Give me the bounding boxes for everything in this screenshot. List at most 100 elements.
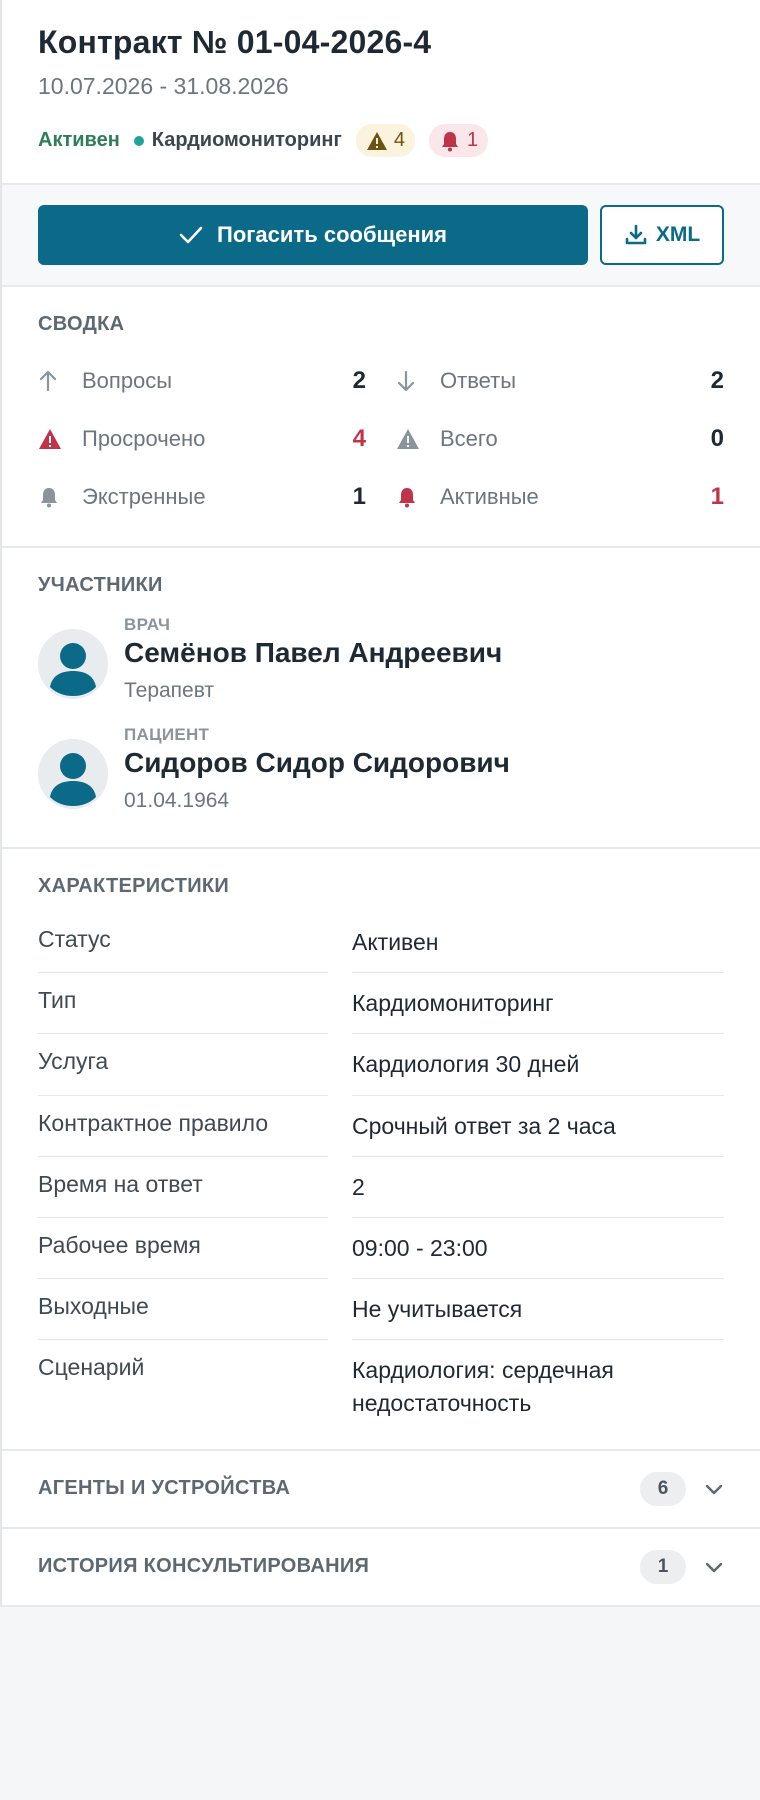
user-avatar-icon [38,739,108,809]
patient-name: Сидоров Сидор Сидорович [124,747,510,778]
table-row: Контрактное правило Срочный ответ за 2 ч… [38,1096,724,1157]
summary-emergency: Экстренные 1 [38,468,366,526]
xml-export-button[interactable]: XML [600,205,724,265]
summary-label: Всего [440,426,498,451]
chevron-down-icon[interactable] [702,1560,726,1574]
doctor-info: ВРАЧ Семёнов Павел Андреевич Терапевт [124,615,502,703]
dismiss-messages-button[interactable]: Погасить сообщения [38,205,588,265]
char-key: Рабочее время [38,1218,328,1280]
warnings-badge[interactable]: 4 [355,124,415,157]
chevron-down-icon[interactable] [702,1482,726,1496]
char-value: 09:00 - 23:00 [352,1218,724,1280]
table-row: Время на ответ 2 [38,1157,724,1218]
consultation-history-toggle[interactable]: ИСТОРИЯ КОНСУЛЬТИРОВАНИЯ 1 [2,1529,760,1607]
summary-overdue: Просрочено 4 [38,410,366,468]
doctor-name: Семёнов Павел Андреевич [124,637,503,668]
summary-label: Активные [440,484,539,509]
summary-active: Активные 1 [396,468,724,526]
bell-icon [441,131,458,151]
summary-label: Экстренные [82,484,206,509]
download-icon [625,224,647,245]
bell-red-icon [396,486,426,508]
type-dot-icon [133,135,144,146]
summary-label: Вопросы [82,368,173,393]
summary-grid: Вопросы 2 Ответы 2 Просрочено 4 Всего 0 … [38,352,724,526]
table-row: Выходные Не учитывается [38,1279,724,1341]
char-key: Статус [38,912,328,974]
table-row: Тип Кардиомониторинг [38,973,724,1035]
doctor-role: ВРАЧ [124,615,171,634]
table-row: Рабочее время 09:00 - 23:00 [38,1218,724,1280]
doctor-specialty: Терапевт [124,679,215,702]
summary-title: СВОДКА [38,313,125,335]
alarms-badge[interactable]: 1 [428,124,489,157]
type-label: Кардиомониторинг [151,129,342,151]
char-value: 2 [352,1157,724,1218]
history-count-badge: 1 [640,1549,686,1584]
char-value: Не учитывается [352,1279,724,1341]
char-value: Срочный ответ за 2 часа [352,1096,724,1157]
char-key: Сценарий [38,1354,145,1381]
summary-label: Просрочено [82,426,206,451]
char-value: Активен [352,912,724,974]
avatar [38,739,108,809]
summary-section: СВОДКА Вопросы 2 Ответы 2 Просрочено 4 В… [2,287,760,548]
contract-panel: Контракт № 01-04-2026-4 10.07.2026 - 31.… [0,0,760,1607]
arrow-up-icon [38,370,68,392]
agents-devices-toggle[interactable]: АГЕНТЫ И УСТРОЙСТВА 6 [2,1451,760,1529]
dismiss-messages-label: Погасить сообщения [217,222,447,247]
contract-dates: 10.07.2026 - 31.08.2026 [38,73,289,99]
action-bar: Погасить сообщения XML [2,185,760,287]
summary-value: 1 [710,483,724,510]
contract-tags: Активен Кардиомониторинг 4 1 [38,124,724,157]
summary-value: 2 [352,367,366,394]
patient-role: ПАЦИЕНТ [124,725,210,744]
warning-gray-icon [396,428,426,450]
warning-icon [366,131,387,150]
user-avatar-icon [38,629,108,699]
agents-devices-title: АГЕНТЫ И УСТРОЙСТВА [38,1477,291,1500]
characteristics-section: ХАРАКТЕРИСТИКИ Статус Активен Тип Кардио… [2,849,760,1451]
char-value: Кардиология 30 дней [352,1034,724,1096]
status-badge: Активен [38,129,120,151]
characteristics-title: ХАРАКТЕРИСТИКИ [38,875,230,897]
xml-label: XML [655,223,701,246]
summary-answers: Ответы 2 [396,352,724,410]
table-row: Статус Активен [38,912,724,974]
patient-card[interactable]: ПАЦИЕНТ Сидоров Сидор Сидорович 01.04.19… [38,725,724,813]
patient-info: ПАЦИЕНТ Сидоров Сидор Сидорович 01.04.19… [124,725,510,813]
summary-questions: Вопросы 2 [38,352,366,410]
arrow-down-icon [396,370,426,392]
type-badge: Кардиомониторинг [133,129,342,152]
consultation-history-title: ИСТОРИЯ КОНСУЛЬТИРОВАНИЯ [38,1555,370,1578]
summary-total: Всего 0 [396,410,724,468]
char-value: Кардиомониторинг [352,973,724,1035]
avatar [38,629,108,699]
summary-value: 2 [710,367,724,394]
char-key: Время на ответ [38,1157,328,1218]
participants-title: УЧАСТНИКИ [38,574,163,596]
char-key: Тип [38,973,328,1035]
doctor-card[interactable]: ВРАЧ Семёнов Павел Андреевич Терапевт [38,615,724,703]
alarms-count: 1 [466,129,479,151]
contract-title: Контракт № 01-04-2026-4 [38,24,432,60]
summary-value: 4 [352,425,366,452]
char-key: Услуга [38,1034,328,1096]
char-key: Выходные [38,1279,328,1341]
contract-header: Контракт № 01-04-2026-4 10.07.2026 - 31.… [2,0,760,185]
summary-value: 0 [710,425,724,452]
warnings-count: 4 [393,129,405,151]
table-row: Сценарий Кардиология: сердечная недостат… [38,1340,724,1432]
check-icon [179,226,203,244]
agents-count-badge: 6 [640,1471,686,1506]
summary-value: 1 [352,483,366,510]
table-row: Услуга Кардиология 30 дней [38,1034,724,1096]
patient-birthdate: 01.04.1964 [124,789,230,812]
bell-gray-icon [38,486,68,508]
char-key: Контрактное правило [38,1096,328,1157]
char-value: Кардиология: сердечная недостаточность [352,1357,614,1416]
characteristics-table: Статус Активен Тип Кардиомониторинг Услу… [38,912,724,1433]
warning-red-icon [38,428,68,450]
participants-section: УЧАСТНИКИ ВРАЧ Семёнов Павел Андреевич Т… [2,548,760,849]
summary-label: Ответы [440,368,517,393]
